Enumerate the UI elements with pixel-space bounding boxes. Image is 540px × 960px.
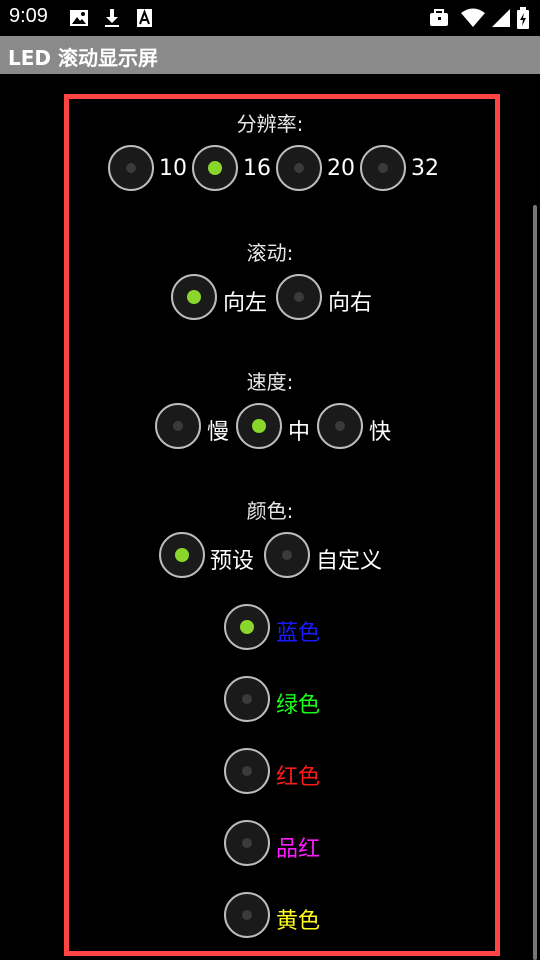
- signal-icon: [490, 7, 512, 29]
- settings-panel: [64, 94, 500, 956]
- color-preset-radio[interactable]: [159, 532, 205, 578]
- image-icon: [68, 7, 90, 29]
- speed-medium-radio[interactable]: [236, 403, 282, 449]
- status-bar: 9:09: [0, 0, 540, 36]
- font-icon: [134, 7, 156, 29]
- scroll-option-label: 向左: [223, 291, 268, 316]
- speed-label: 速度:: [246, 370, 294, 394]
- app-title: LED 滚动显示屏: [8, 46, 158, 70]
- preset-green-label: 绿色: [276, 693, 321, 718]
- preset-red-radio[interactable]: [224, 748, 270, 794]
- preset-magenta-label: 品红: [276, 837, 321, 862]
- scroll-label: 滚动:: [246, 241, 294, 265]
- preset-red-label: 红色: [276, 765, 321, 790]
- speed-option-label: 中: [288, 420, 311, 445]
- scroll-right-radio[interactable]: [276, 274, 322, 320]
- resolution-option-label: 20: [327, 156, 355, 181]
- speed-option-label: 快: [369, 420, 392, 445]
- resolution-option-label: 16: [243, 156, 271, 181]
- speed-fast-radio[interactable]: [317, 403, 363, 449]
- scroll-left-radio[interactable]: [171, 274, 217, 320]
- scrollbar[interactable]: [533, 205, 537, 960]
- app-title-bar: LED 滚动显示屏: [0, 36, 540, 74]
- briefcase-icon: [428, 7, 450, 29]
- preset-green-radio[interactable]: [224, 676, 270, 722]
- resolution-radio-16[interactable]: [192, 145, 238, 191]
- resolution-option-label: 32: [411, 156, 439, 181]
- resolution-radio-20[interactable]: [276, 145, 322, 191]
- scroll-option-label: 向右: [328, 291, 373, 316]
- resolution-radio-10[interactable]: [108, 145, 154, 191]
- color-label: 颜色:: [246, 499, 294, 523]
- preset-magenta-radio[interactable]: [224, 820, 270, 866]
- status-time: 9:09: [9, 5, 48, 27]
- preset-yellow-label: 黄色: [276, 909, 321, 934]
- color-option-label: 预设: [210, 549, 255, 574]
- preset-yellow-radio[interactable]: [224, 892, 270, 938]
- color-option-label: 自定义: [316, 549, 383, 574]
- download-icon: [101, 7, 123, 29]
- color-custom-radio[interactable]: [264, 532, 310, 578]
- preset-blue-radio[interactable]: [224, 604, 270, 650]
- speed-slow-radio[interactable]: [155, 403, 201, 449]
- resolution-radio-32[interactable]: [360, 145, 406, 191]
- speed-option-label: 慢: [207, 420, 230, 445]
- preset-blue-label: 蓝色: [276, 621, 321, 646]
- wifi-icon: [460, 7, 486, 29]
- battery-icon: [516, 7, 530, 29]
- resolution-option-label: 10: [159, 156, 187, 181]
- resolution-label: 分辨率:: [236, 112, 304, 136]
